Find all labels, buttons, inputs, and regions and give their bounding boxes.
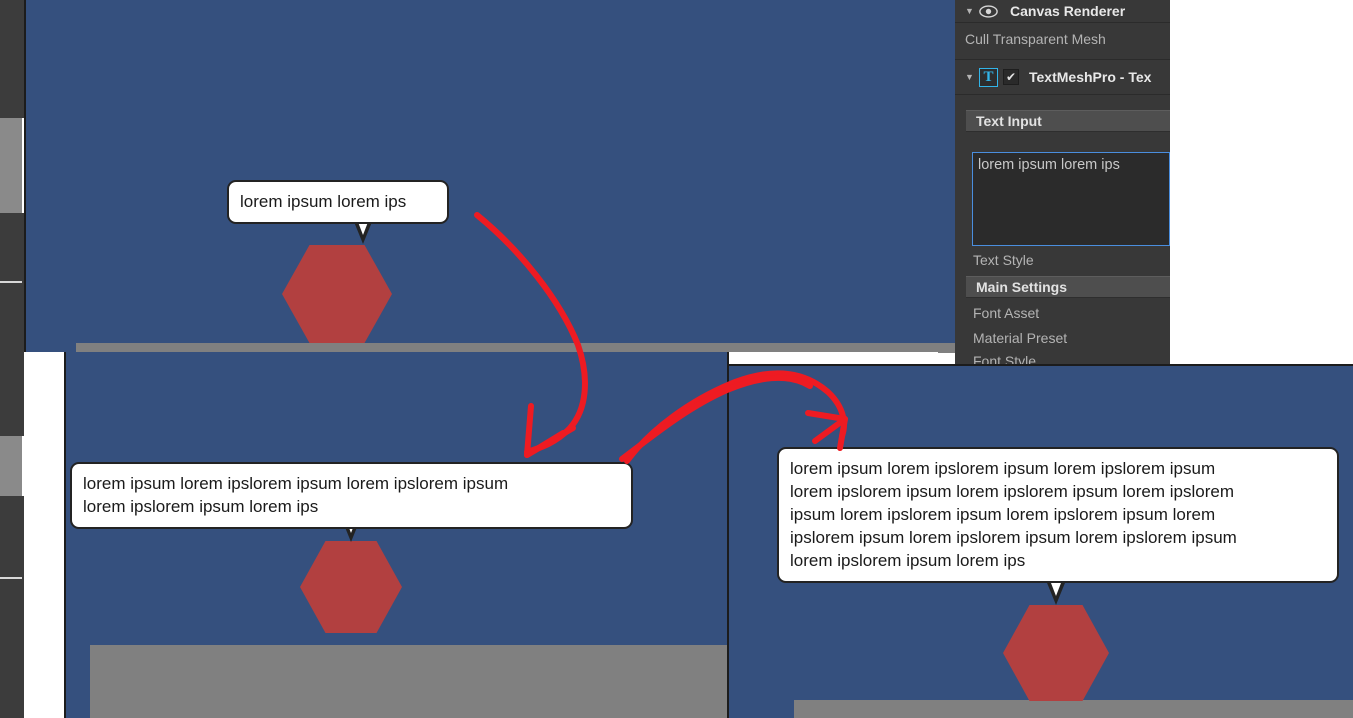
section-label-main-settings: Main Settings [976, 279, 1068, 295]
section-header-main-settings[interactable]: Main Settings [966, 276, 1170, 298]
property-label-text-style: Text Style [973, 252, 1034, 268]
property-row-text-style[interactable]: Text Style [963, 249, 1034, 271]
component-title-canvas-renderer: Canvas Renderer [1010, 3, 1126, 19]
chevron-down-icon-tmp[interactable]: ▼ [965, 72, 979, 82]
speech-bubble-small: lorem ipsum lorem ips [227, 180, 449, 224]
chevron-down-icon[interactable]: ▼ [965, 6, 979, 16]
property-label-material-preset: Material Preset [973, 329, 1068, 346]
inspector-separator-2 [955, 59, 1170, 60]
editor-chrome-scrollbar-thumb-upper[interactable] [0, 118, 22, 213]
platform-lower-right-left-sliver [700, 700, 727, 718]
editor-chrome-left-section2 [0, 350, 24, 436]
component-header-textmeshpro[interactable]: ▼ T ✔ TextMeshPro - Tex [955, 64, 1151, 90]
hexagon-bottom-left [300, 541, 402, 633]
component-enabled-checkbox[interactable]: ✔ [1003, 69, 1019, 85]
textmeshpro-icon: T [979, 67, 998, 87]
editor-chrome-left-section3 [0, 496, 24, 579]
component-header-canvas-renderer[interactable]: ▼ Canvas Renderer [955, 0, 1170, 22]
game-view-lower-right[interactable]: lorem ipsum lorem ipslorem ipsum lorem i… [729, 366, 1353, 718]
hexagon-top [282, 245, 392, 343]
editor-chrome-left-lower [0, 283, 24, 350]
property-row-font-style[interactable]: Font Style [963, 350, 1037, 365]
inspector-separator-1 [955, 22, 1170, 23]
property-row-font-asset[interactable]: Font Asset [963, 302, 1039, 323]
editor-background-white-right [1170, 0, 1353, 364]
property-label-font-asset: Font Asset [973, 304, 1040, 321]
section-header-text-input[interactable]: Text Input [966, 110, 1170, 132]
platform-lower-left [90, 645, 727, 718]
tmp-text-input-field[interactable]: lorem ipsum lorem ips [972, 152, 1170, 246]
hexagon-bottom-right [1003, 605, 1109, 701]
platform-lower-right [794, 700, 1353, 718]
component-title-textmeshpro: TextMeshPro - Tex [1029, 69, 1152, 85]
property-label-font-style: Font Style [973, 352, 1037, 365]
screenshot-root: lorem ipsum lorem ips ▼ Canvas Renderer … [0, 0, 1353, 718]
game-view-upper[interactable]: lorem ipsum lorem ips [26, 0, 964, 352]
speech-bubble-large: lorem ipsum lorem ipslorem ipsum lorem i… [777, 447, 1339, 583]
property-label-cull-transparent-mesh: Cull Transparent Mesh [965, 31, 1106, 47]
inspector-panel[interactable]: ▼ Canvas Renderer Cull Transparent Mesh … [955, 0, 1170, 364]
eye-icon [979, 4, 998, 18]
speech-bubble-medium: lorem ipsum lorem ipslorem ipsum lorem i… [70, 462, 633, 529]
editor-chrome-left-upper [0, 0, 24, 118]
inspector-separator-3 [955, 94, 1170, 95]
editor-chrome-left-section4 [0, 579, 24, 718]
property-row-material-preset[interactable]: Material Preset [963, 327, 1067, 348]
editor-chrome-scrollbar-thumb-lower[interactable] [0, 436, 22, 496]
platform-upper [76, 343, 964, 352]
section-label-text-input: Text Input [976, 113, 1042, 129]
tmp-text-input-value: lorem ipsum lorem ips [978, 157, 1120, 173]
game-view-lower-left[interactable]: lorem ipsum lorem ipslorem ipsum lorem i… [66, 352, 727, 718]
property-row-cull-transparent-mesh[interactable]: Cull Transparent Mesh [955, 27, 1106, 51]
